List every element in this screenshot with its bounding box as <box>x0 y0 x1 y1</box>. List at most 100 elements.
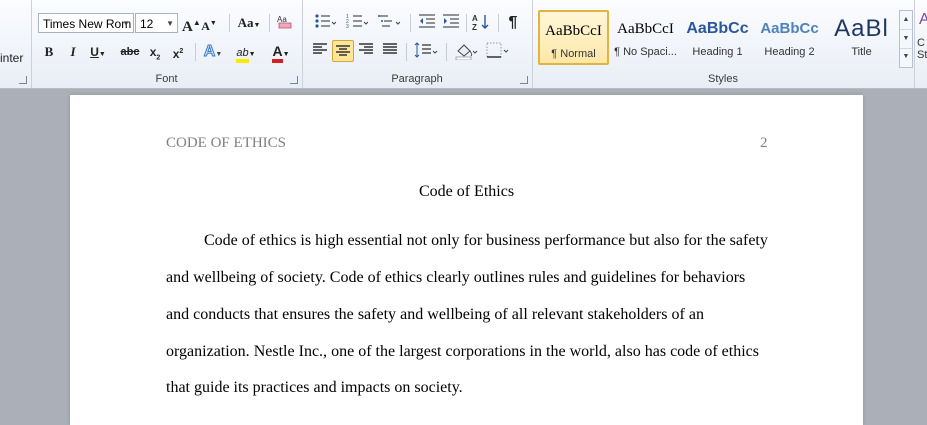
decrease-indent-button[interactable] <box>416 13 438 33</box>
style-heading-2-preview: AaBbCc <box>760 20 819 37</box>
strikethrough-button[interactable]: abc <box>117 42 143 62</box>
format-painter-label[interactable]: inter <box>0 51 23 65</box>
style-heading-1[interactable]: AaBbCc Heading 1 <box>682 10 753 65</box>
shading-button[interactable] <box>452 42 480 62</box>
svg-text:Z: Z <box>472 23 477 31</box>
ribbon: inter Times New Rom ▼ 12 ▼ A▲ A▼ Aa▼ Aa … <box>0 0 927 89</box>
style-no-spacing[interactable]: AaBbCcI ¶ No Spaci... <box>610 10 681 65</box>
styles-gallery-scroll: ▲ ▼ ▼ <box>899 10 913 68</box>
change-styles-label-2: St <box>917 49 927 61</box>
font-launcher-icon[interactable] <box>290 76 298 84</box>
page-number: 2 <box>760 135 768 151</box>
font-size-value: 12 <box>140 17 154 31</box>
change-case-button[interactable]: Aa▼ <box>235 13 263 33</box>
align-right-button[interactable] <box>356 42 376 62</box>
document-page[interactable]: CODE OF ETHICS 2 Code of Ethics Code of … <box>70 95 863 425</box>
document-title: Code of Ethics <box>418 183 515 200</box>
style-normal-label: ¶ Normal <box>551 48 596 60</box>
subscript-index: 2 <box>156 54 161 62</box>
clear-formatting-button[interactable]: Aa <box>275 13 295 33</box>
gallery-more-button[interactable]: ▼ <box>900 48 912 67</box>
align-right-icon <box>359 43 373 54</box>
divider <box>466 14 467 32</box>
style-title-label: Title <box>851 46 872 58</box>
font-group-label: Font <box>155 73 178 85</box>
bold-button[interactable]: B <box>40 42 58 62</box>
grow-font-button[interactable]: A▲ <box>182 13 201 35</box>
justify-button[interactable] <box>380 42 400 62</box>
multilevel-list-button[interactable] <box>374 13 404 33</box>
clipboard-launcher-icon[interactable] <box>19 76 27 84</box>
text-effects-button[interactable]: A▼ <box>201 42 225 62</box>
numbering-icon: 123 <box>346 14 369 30</box>
font-family-value: Times New Rom <box>43 17 132 31</box>
paragraph-line: and conducts that ensures the safety and… <box>166 306 704 323</box>
paragraph-group: 123 AZ ¶ Paragraph <box>302 0 533 88</box>
bullets-button[interactable] <box>310 13 340 33</box>
align-center-button[interactable] <box>332 40 354 62</box>
gallery-down-button[interactable]: ▼ <box>900 29 912 48</box>
clear-formatting-icon: Aa <box>277 15 292 29</box>
show-formatting-button[interactable]: ¶ <box>502 13 524 33</box>
superscript-button[interactable]: x2 <box>169 42 187 62</box>
underline-label: U <box>90 45 99 59</box>
highlight-button[interactable]: ab▼ <box>231 42 261 63</box>
style-title[interactable]: AaBl Title <box>826 10 897 65</box>
style-no-spacing-preview: AaBbCcI <box>617 21 674 37</box>
style-heading-1-label: Heading 1 <box>692 46 743 58</box>
numbering-button[interactable]: 123 <box>342 13 372 33</box>
change-styles-button[interactable]: A C St <box>917 8 927 78</box>
paragraph-line: Code of ethics is high essential not onl… <box>204 232 768 249</box>
align-left-icon <box>313 43 327 54</box>
font-family-select[interactable]: Times New Rom ▼ <box>38 13 134 33</box>
bullets-icon <box>315 14 337 28</box>
style-heading-2[interactable]: AaBbCc Heading 2 <box>754 10 825 65</box>
style-title-preview: AaBl <box>834 15 889 42</box>
chevron-down-icon: ▼ <box>166 19 174 28</box>
underline-button[interactable]: U▼ <box>86 42 110 62</box>
change-case-label: Aa <box>237 15 254 30</box>
highlight-label: ab <box>236 47 249 63</box>
divider <box>195 43 196 61</box>
paragraph-line: that guide its practices and impacts on … <box>166 379 463 396</box>
superscript-index: 2 <box>179 48 184 55</box>
chevron-down-icon: ▼ <box>122 19 130 28</box>
paragraph-group-label: Paragraph <box>391 73 443 85</box>
svg-text:3: 3 <box>346 24 349 29</box>
change-styles-label-1: C <box>917 37 925 49</box>
sort-button[interactable]: AZ <box>470 13 492 33</box>
styles-group: AaBbCcI ¶ Normal AaBbCcI ¶ No Spaci... A… <box>532 0 915 88</box>
running-header-title: CODE OF ETHICS <box>166 135 287 151</box>
styles-group-label: Styles <box>708 73 738 85</box>
divider <box>446 43 447 61</box>
clipboard-group: inter <box>0 0 32 88</box>
subscript-button[interactable]: x2 <box>146 42 164 62</box>
borders-button[interactable] <box>484 42 512 62</box>
paragraph-launcher-icon[interactable] <box>520 76 528 84</box>
text-effects-label: A <box>203 43 216 61</box>
line-spacing-button[interactable] <box>412 42 440 62</box>
increase-indent-icon <box>443 14 459 28</box>
sort-icon: AZ <box>472 14 489 32</box>
align-left-button[interactable] <box>310 42 330 62</box>
divider <box>498 14 499 32</box>
svg-text:A: A <box>472 14 478 23</box>
increase-indent-button[interactable] <box>440 13 462 33</box>
multilevel-list-icon <box>378 15 401 27</box>
divider <box>410 14 411 32</box>
style-normal[interactable]: AaBbCcI ¶ Normal <box>538 10 609 65</box>
shrink-font-button[interactable]: A▼ <box>201 13 217 33</box>
paint-bucket-icon <box>455 44 478 61</box>
style-heading-1-preview: AaBbCc <box>686 20 749 37</box>
line-spacing-icon <box>414 42 438 58</box>
grow-font-label: A <box>182 19 193 35</box>
font-size-select[interactable]: 12 ▼ <box>135 13 178 33</box>
font-color-button[interactable]: A▼ <box>267 42 295 63</box>
gallery-up-button[interactable]: ▲ <box>900 11 912 29</box>
justify-icon <box>383 43 397 54</box>
italic-button[interactable]: I <box>64 42 82 62</box>
divider <box>406 43 407 61</box>
paragraph-line: organization. Nestle Inc., one of the la… <box>166 343 759 360</box>
font-color-label: A <box>272 43 283 63</box>
decrease-indent-icon <box>419 14 435 28</box>
